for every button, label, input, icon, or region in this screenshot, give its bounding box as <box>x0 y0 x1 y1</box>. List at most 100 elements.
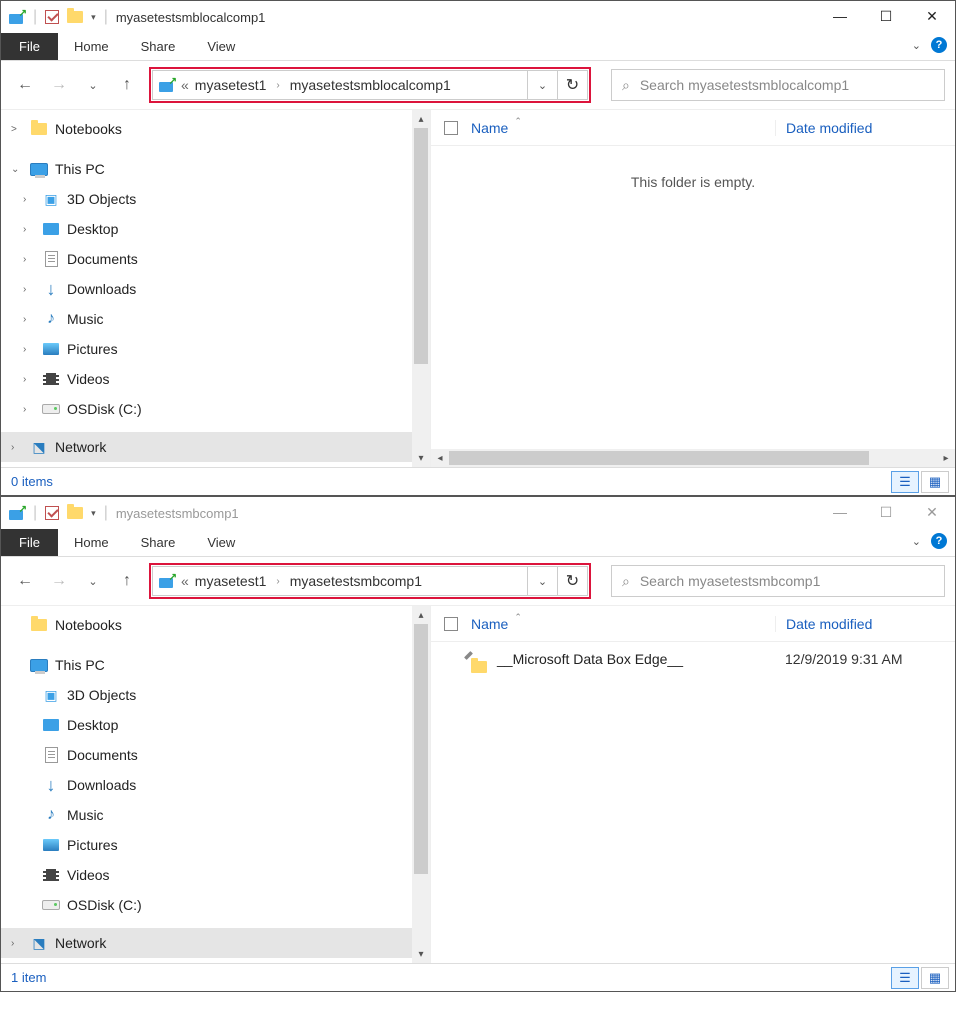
scroll-down-button[interactable]: ▾ <box>412 945 430 963</box>
tree-view[interactable]: > Notebooks ⌄ This PC › ▣ 3D Objects › D… <box>1 110 412 467</box>
ribbon-tab-view[interactable]: View <box>191 529 251 556</box>
tree-item-videos[interactable]: › Videos <box>1 364 412 394</box>
scroll-up-button[interactable]: ▴ <box>412 110 430 128</box>
app-icon: ↗ <box>9 10 25 24</box>
tree-item-pictures[interactable]: › Pictures <box>1 334 412 364</box>
column-header-date[interactable]: Date modified <box>775 120 955 136</box>
close-button[interactable]: ✕ <box>909 1 955 31</box>
ribbon-minimize-icon[interactable]: ⌄ <box>912 39 921 52</box>
select-all-checkbox[interactable] <box>431 121 471 135</box>
breadcrumb-segment[interactable]: myasetestsmbcomp1 <box>290 573 422 589</box>
tree-item-notebooks[interactable]: Notebooks <box>1 610 412 640</box>
qat-newfolder-icon[interactable] <box>67 507 83 519</box>
search-input[interactable]: ⌕ Search myasetestsmbcomp1 <box>611 565 945 597</box>
tree-item-downloads[interactable]: ↓ Downloads <box>1 770 412 800</box>
thumbnails-view-button[interactable]: ▦ <box>921 967 949 989</box>
minimize-button[interactable]: — <box>817 1 863 31</box>
tree-item-osdisk-c-[interactable]: › OSDisk (C:) <box>1 394 412 424</box>
maximize-button[interactable]: ☐ <box>863 497 909 527</box>
tree-label: OSDisk (C:) <box>67 897 142 913</box>
help-icon[interactable]: ? <box>931 37 947 53</box>
maximize-button[interactable]: ☐ <box>863 1 909 31</box>
file-date: 12/9/2019 9:31 AM <box>775 651 955 667</box>
thumbnails-view-button[interactable]: ▦ <box>921 471 949 493</box>
breadcrumb-segment[interactable]: myasetest1 <box>195 573 267 589</box>
ribbon-tab-file[interactable]: File <box>1 33 58 60</box>
search-input[interactable]: ⌕ Search myasetestsmblocalcomp1 <box>611 69 945 101</box>
column-header-name[interactable]: Name⌃ <box>471 616 775 632</box>
navigation-row: ← → ⌄ ↑ ↗ «myasetest1›myasetestsmbcomp1 … <box>1 557 955 605</box>
close-button[interactable]: ✕ <box>909 497 955 527</box>
tree-item-3d-objects[interactable]: ▣ 3D Objects <box>1 680 412 710</box>
nav-scrollbar[interactable]: ▴ ▾ <box>412 606 430 963</box>
nav-scrollbar[interactable]: ▴ ▾ <box>412 110 430 467</box>
refresh-button[interactable]: ↻ <box>558 70 588 100</box>
address-dropdown-button[interactable]: ⌄ <box>527 567 557 595</box>
scroll-down-button[interactable]: ▾ <box>412 449 430 467</box>
file-list[interactable]: This folder is empty. <box>431 146 955 449</box>
column-header-date[interactable]: Date modified <box>775 616 955 632</box>
tree-item-downloads[interactable]: › ↓ Downloads <box>1 274 412 304</box>
forward-button[interactable]: → <box>45 572 73 590</box>
address-bar[interactable]: ↗ «myasetest1›myasetestsmbcomp1 ⌄ <box>152 566 558 596</box>
select-all-checkbox[interactable] <box>431 617 471 631</box>
scroll-up-button[interactable]: ▴ <box>412 606 430 624</box>
help-icon[interactable]: ? <box>931 533 947 549</box>
ribbon-tab-home[interactable]: Home <box>58 33 125 60</box>
tree-item-videos[interactable]: Videos <box>1 860 412 890</box>
scroll-thumb[interactable] <box>449 451 869 465</box>
minimize-button[interactable]: — <box>817 497 863 527</box>
file-list[interactable]: __Microsoft Data Box Edge__ 12/9/2019 9:… <box>431 642 955 963</box>
tree-item-desktop[interactable]: › Desktop <box>1 214 412 244</box>
ribbon-tab-share[interactable]: Share <box>125 33 192 60</box>
tree-item-desktop[interactable]: Desktop <box>1 710 412 740</box>
titlebar[interactable]: ↗ | ▾ | myasetestsmbcomp1 — ☐ ✕ <box>1 497 955 529</box>
tree-item-network[interactable]: › ⬔ Network <box>1 928 412 958</box>
tree-item-pictures[interactable]: Pictures <box>1 830 412 860</box>
up-button[interactable]: ↑ <box>113 76 141 94</box>
tree-item-documents[interactable]: Documents <box>1 740 412 770</box>
breadcrumb-segment[interactable]: myasetest1 <box>195 77 267 93</box>
tree-item-music[interactable]: › ♪ Music <box>1 304 412 334</box>
tree-item-osdisk-c-[interactable]: OSDisk (C:) <box>1 890 412 920</box>
tree-item-network[interactable]: › ⬔ Network <box>1 432 412 462</box>
breadcrumb-segment[interactable]: myasetestsmblocalcomp1 <box>290 77 451 93</box>
tree-item-notebooks[interactable]: > Notebooks <box>1 114 412 144</box>
tree-item-this-pc[interactable]: This PC <box>1 650 412 680</box>
scroll-thumb[interactable] <box>414 624 428 874</box>
ribbon-tab-home[interactable]: Home <box>58 529 125 556</box>
scroll-right-button[interactable]: ▸ <box>937 453 955 464</box>
horizontal-scrollbar[interactable]: ◂ ▸ <box>431 449 955 467</box>
ribbon-tab-share[interactable]: Share <box>125 529 192 556</box>
qat-dropdown-icon[interactable]: ▾ <box>91 508 96 519</box>
refresh-button[interactable]: ↻ <box>558 566 588 596</box>
tree-item-music[interactable]: ♪ Music <box>1 800 412 830</box>
qat-properties-icon[interactable] <box>45 506 59 520</box>
qat-newfolder-icon[interactable] <box>67 11 83 23</box>
forward-button[interactable]: → <box>45 76 73 94</box>
tree-item-3d-objects[interactable]: › ▣ 3D Objects <box>1 184 412 214</box>
address-bar[interactable]: ↗ «myasetest1›myasetestsmblocalcomp1 ⌄ <box>152 70 558 100</box>
music-icon: ♪ <box>41 309 61 329</box>
file-row[interactable]: __Microsoft Data Box Edge__ 12/9/2019 9:… <box>431 642 955 676</box>
ribbon-minimize-icon[interactable]: ⌄ <box>912 535 921 548</box>
recent-locations-button[interactable]: ⌄ <box>79 79 107 92</box>
scroll-thumb[interactable] <box>414 128 428 364</box>
qat-properties-icon[interactable] <box>45 10 59 24</box>
tree-view[interactable]: Notebooks This PC ▣ 3D Objects Desktop D… <box>1 606 412 963</box>
details-view-button[interactable]: ☰ <box>891 471 919 493</box>
column-header-name[interactable]: Name⌃ <box>471 120 775 136</box>
ribbon-tab-file[interactable]: File <box>1 529 58 556</box>
scroll-left-button[interactable]: ◂ <box>431 453 449 464</box>
tree-item-this-pc[interactable]: ⌄ This PC <box>1 154 412 184</box>
qat-dropdown-icon[interactable]: ▾ <box>91 12 96 23</box>
up-button[interactable]: ↑ <box>113 572 141 590</box>
back-button[interactable]: ← <box>11 572 39 590</box>
recent-locations-button[interactable]: ⌄ <box>79 575 107 588</box>
address-dropdown-button[interactable]: ⌄ <box>527 71 557 99</box>
details-view-button[interactable]: ☰ <box>891 967 919 989</box>
ribbon-tab-view[interactable]: View <box>191 33 251 60</box>
tree-item-documents[interactable]: › Documents <box>1 244 412 274</box>
titlebar[interactable]: ↗ | ▾ | myasetestsmblocalcomp1 — ☐ ✕ <box>1 1 955 33</box>
back-button[interactable]: ← <box>11 76 39 94</box>
